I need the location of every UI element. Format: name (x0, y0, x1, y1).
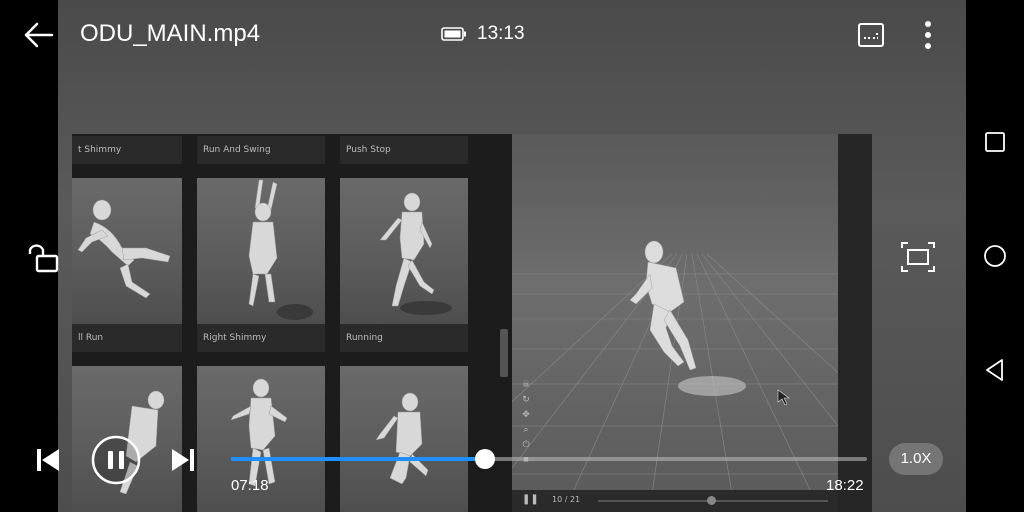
seek-bar[interactable] (231, 449, 867, 469)
playback-speed-button[interactable]: 1.0X (889, 443, 943, 475)
elapsed-time: 07:18 (231, 477, 269, 494)
screen-lock-button[interactable] (26, 238, 64, 276)
fit-screen-icon (901, 242, 935, 272)
total-duration: 18:22 (826, 477, 864, 494)
skip-next-icon (172, 449, 194, 471)
more-vertical-icon (925, 21, 931, 49)
battery-icon (441, 26, 467, 42)
subtitle-icon (858, 23, 884, 47)
card-thumbnail (72, 178, 182, 324)
card-label: ll Run (72, 324, 182, 352)
recent-apps-button[interactable] (980, 127, 1010, 157)
figure-image (77, 199, 171, 299)
card-label: t Shimmy (72, 136, 182, 164)
home-button[interactable] (980, 241, 1010, 271)
pause-button[interactable] (90, 434, 142, 486)
top-bar: ODU_MAIN.mp4 13:13 (0, 0, 1024, 70)
seek-bar-progress (231, 457, 485, 461)
card-thumbnail (197, 178, 325, 324)
move-icon: ✥ (522, 409, 530, 419)
triangle-back-icon (986, 359, 1003, 381)
skull-icon: ☠ (521, 379, 531, 389)
video-title: ODU_MAIN.mp4 (80, 20, 261, 47)
card-label: Push Stop (340, 136, 468, 164)
figure-image (379, 192, 452, 315)
next-button[interactable] (168, 447, 198, 473)
seek-bar-thumb[interactable] (474, 449, 495, 469)
fit-screen-button[interactable] (898, 238, 938, 276)
square-icon (985, 132, 1005, 152)
rotate-icon: ↻ (522, 394, 530, 404)
card-label: Running (340, 324, 468, 352)
system-back-button[interactable] (980, 355, 1010, 385)
subtitle-button[interactable] (856, 20, 886, 50)
card-label: Run And Swing (197, 136, 325, 164)
previous-button[interactable] (33, 447, 63, 473)
card-thumbnail (340, 178, 468, 324)
circle-icon (984, 245, 1006, 267)
unlock-icon (28, 244, 59, 273)
status-time: 13:13 (477, 23, 525, 44)
library-scrollbar (500, 329, 508, 377)
mouse-cursor-icon (777, 389, 790, 406)
card-label: Right Shimmy (197, 324, 325, 352)
figure-image (248, 179, 313, 320)
back-button[interactable] (22, 18, 56, 52)
pause-icon (91, 435, 141, 485)
playback-controls: 07:18 18:22 1.0X (0, 430, 1024, 512)
arrow-left-icon (24, 22, 54, 48)
skip-previous-icon (37, 449, 59, 471)
more-options-button[interactable] (914, 18, 942, 52)
